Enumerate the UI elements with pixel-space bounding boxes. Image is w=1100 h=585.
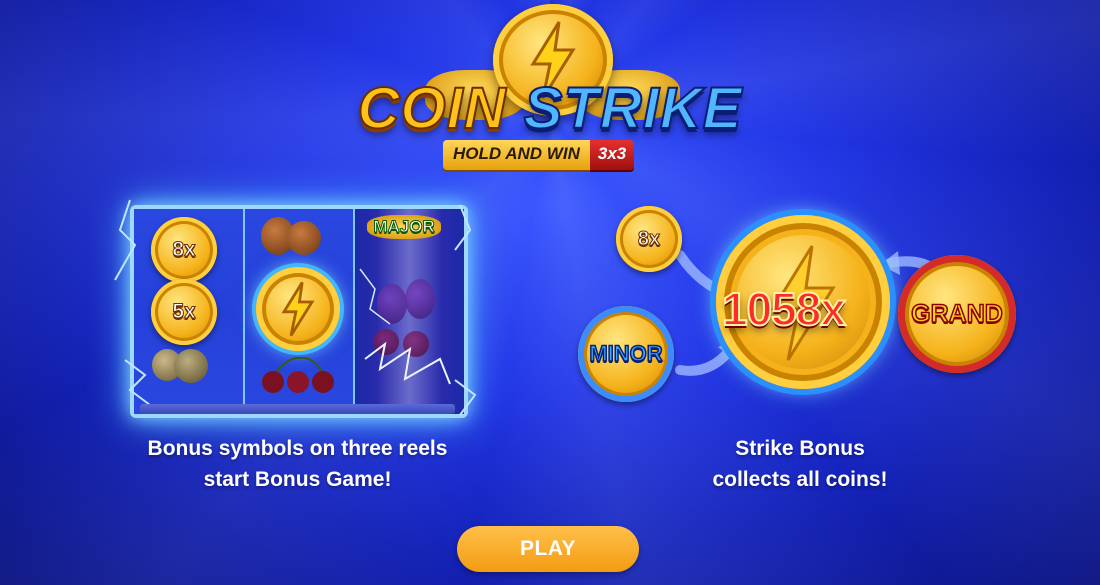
fruit-lemon-icon: [174, 349, 208, 383]
coin-8x: 8x: [616, 206, 682, 272]
left-caption-line2: start Bonus Game!: [203, 468, 392, 491]
jackpot-major-label: MAJOR: [367, 215, 441, 239]
coin-value: 8x: [172, 238, 196, 262]
bonus-coin-5x: 5x: [151, 279, 217, 345]
logo-hold-and-win: HOLD AND WIN: [443, 140, 590, 170]
coin-value: 8x: [637, 227, 661, 250]
logo-subtitle: HOLD AND WIN 3x3: [443, 140, 635, 170]
reel-3: MAJOR: [355, 209, 465, 414]
total-win-value: 1058x: [721, 282, 847, 336]
game-logo: COIN STRIKE HOLD AND WIN 3x3: [355, 0, 745, 175]
logo-word-coin: COIN: [357, 76, 507, 141]
reel-2: [244, 209, 356, 414]
logo-grid-size: 3x3: [589, 140, 635, 170]
strike-bonus-coin: [255, 267, 340, 351]
reels-base: [140, 404, 455, 414]
jackpot-minor-label: MINOR: [589, 340, 664, 367]
right-caption-line2: collects all coins!: [712, 468, 888, 491]
coin-grand: GRAND: [898, 255, 1016, 373]
play-button[interactable]: PLAY: [457, 526, 639, 572]
coin-minor: MINOR: [578, 306, 674, 402]
bonus-coin-8x: 8x: [151, 217, 217, 283]
reel-1: 8x 5x: [134, 209, 245, 414]
logo-word-strike: STRIKE: [523, 76, 743, 141]
cherry-icon: [261, 356, 334, 393]
left-caption: Bonus symbols on three reels start Bonus…: [110, 433, 485, 495]
left-caption-line1: Bonus symbols on three reels: [147, 437, 448, 460]
lightning-bolt-icon: [281, 281, 315, 337]
jackpot-grand-label: GRAND: [910, 299, 1003, 329]
fruit-orange-icon: [286, 221, 321, 255]
reels-frame: 8x 5x MAJOR: [130, 205, 468, 418]
right-caption: Strike Bonus collects all coins!: [660, 433, 940, 495]
right-caption-line1: Strike Bonus: [735, 437, 865, 460]
coin-value: 5x: [172, 300, 196, 324]
logo-title: COIN STRIKE: [355, 79, 745, 139]
